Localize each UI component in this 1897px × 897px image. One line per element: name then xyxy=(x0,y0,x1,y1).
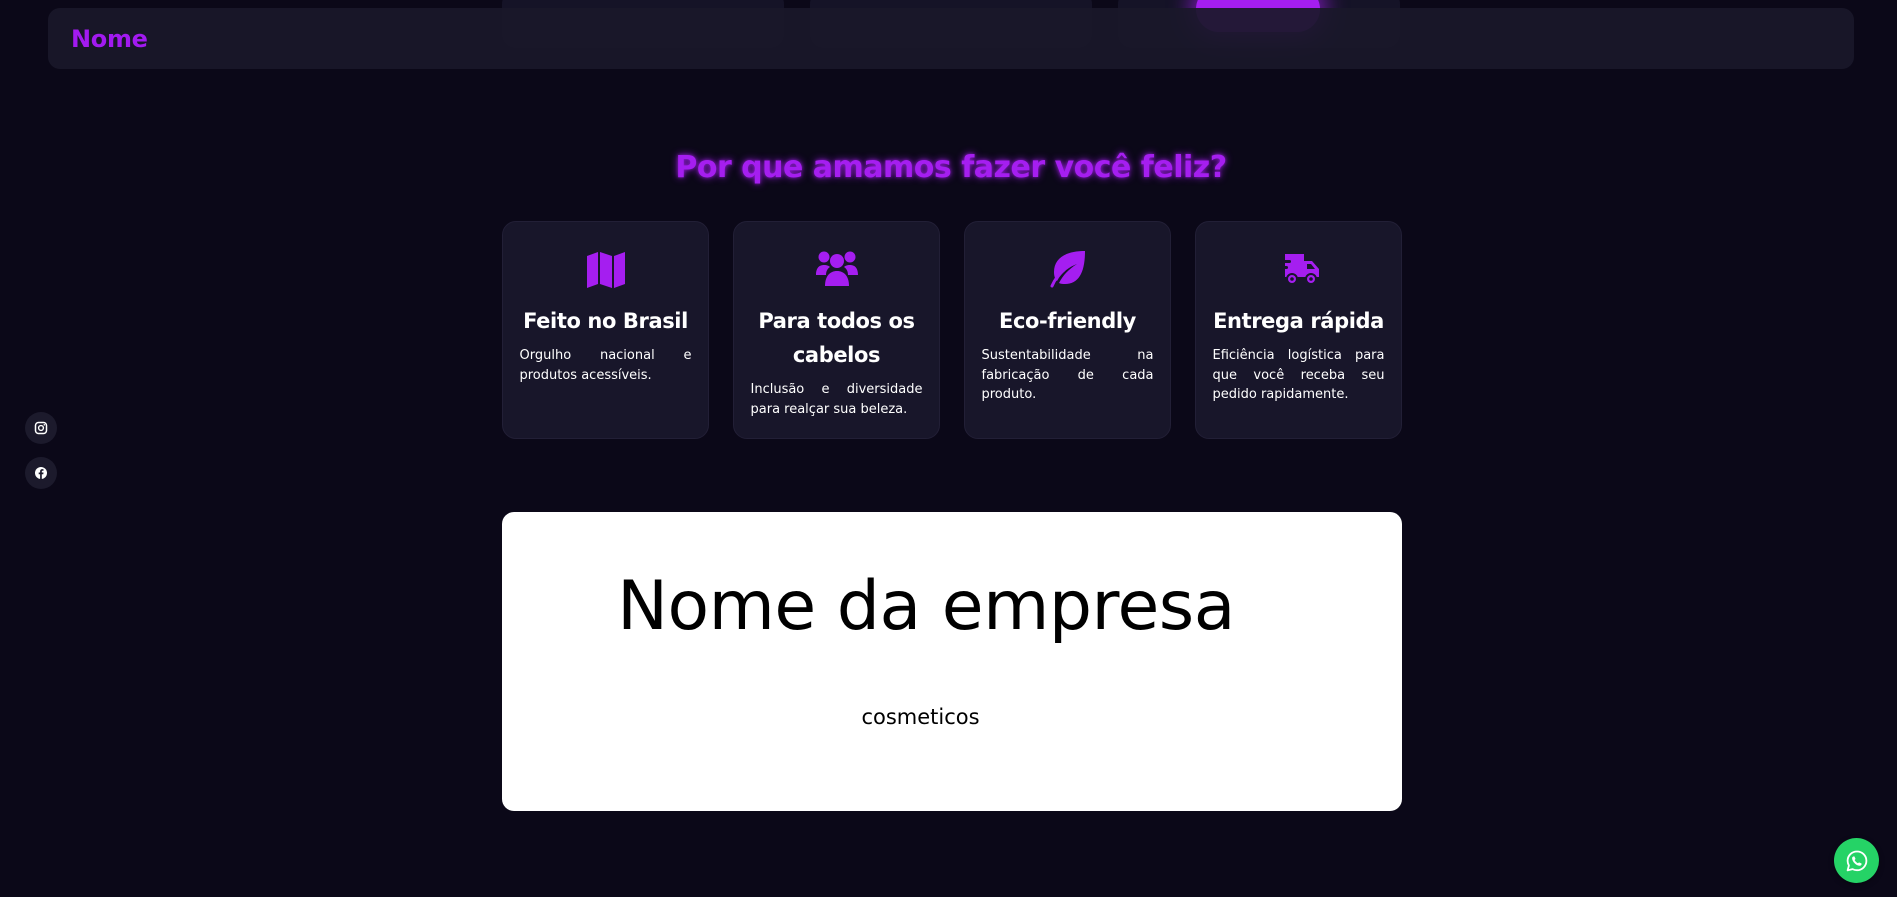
users-icon xyxy=(815,248,859,288)
whatsapp-icon xyxy=(1845,849,1869,873)
benefit-text: Orgulho nacional e produtos acessíveis. xyxy=(519,348,692,383)
facebook-icon xyxy=(34,466,48,480)
instagram-link[interactable] xyxy=(25,412,57,444)
page: Nome Por que amamos fazer você feliz? Fe… xyxy=(0,0,1897,897)
truck-fast-icon xyxy=(1277,248,1321,288)
brand-logo-text[interactable]: Nome xyxy=(71,25,148,53)
benefit-title: Entrega rápida xyxy=(1213,309,1384,333)
benefit-card-fast-delivery: Entrega rápida Eficiência logística para… xyxy=(1195,221,1402,439)
facebook-link[interactable] xyxy=(25,457,57,489)
leaf-icon xyxy=(1046,248,1090,288)
map-icon xyxy=(584,248,628,288)
benefit-text: Inclusão e diversidade para realçar sua … xyxy=(750,382,923,417)
benefit-title: Para todos os cabelos xyxy=(758,309,915,367)
company-name: Nome da empresa xyxy=(617,567,1235,646)
benefit-card-all-hair: Para todos os cabelos Inclusão e diversi… xyxy=(733,221,940,439)
instagram-icon xyxy=(34,421,48,435)
benefits-grid: Feito no Brasil Orgulho nacional e produ… xyxy=(502,221,1402,439)
whatsapp-button[interactable] xyxy=(1834,838,1879,883)
benefit-title: Eco-friendly xyxy=(999,309,1136,333)
benefit-text: Eficiência logística para que você receb… xyxy=(1212,348,1385,402)
benefits-title: Por que amamos fazer você feliz? xyxy=(675,150,1227,185)
top-navbar: Nome xyxy=(48,8,1854,69)
benefit-title: Feito no Brasil xyxy=(523,309,688,333)
benefit-text: Sustentabilidade na fabricação de cada p… xyxy=(981,348,1154,402)
benefit-card-eco-friendly: Eco-friendly Sustentabilidade na fabrica… xyxy=(964,221,1171,439)
company-hero-card: Nome da empresa cosmeticos xyxy=(502,512,1402,811)
company-tagline: cosmeticos xyxy=(861,705,980,729)
benefit-card-made-in-brazil: Feito no Brasil Orgulho nacional e produ… xyxy=(502,221,709,439)
